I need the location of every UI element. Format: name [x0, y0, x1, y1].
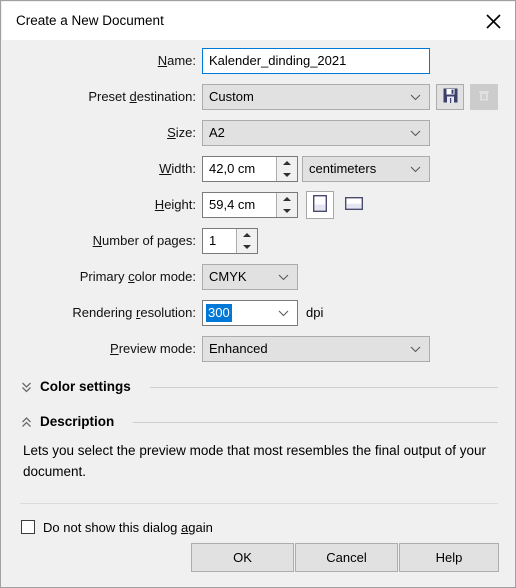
- chevron-down-icon: [278, 265, 289, 289]
- save-icon: [443, 88, 458, 106]
- number-of-pages-spin-buttons[interactable]: [236, 229, 257, 253]
- landscape-page-icon: [344, 196, 364, 214]
- height-label: Height:: [154, 197, 196, 212]
- width-value: 42,0 cm: [209, 161, 256, 176]
- spin-up-icon[interactable]: [237, 229, 257, 241]
- primary-color-mode-combobox[interactable]: CMYK: [202, 264, 298, 290]
- name-input[interactable]: Kalender_dinding_2021: [202, 48, 430, 74]
- number-of-pages-label: Number of pages:: [92, 233, 196, 248]
- save-preset-button[interactable]: [436, 84, 464, 110]
- dialog-body: Name: Kalender_dinding_2021 Preset desti…: [2, 40, 515, 587]
- dialog-title: Create a New Document: [16, 13, 164, 28]
- spin-up-icon[interactable]: [277, 157, 297, 169]
- spin-down-icon[interactable]: [277, 169, 297, 181]
- height-stepper[interactable]: 59,4 cm: [202, 192, 298, 218]
- do-not-show-again-checkbox[interactable]: [21, 520, 35, 534]
- delete-preset-button: [470, 84, 498, 110]
- rendering-resolution-unit: dpi: [306, 305, 324, 320]
- chevron-down-icon: [410, 157, 421, 181]
- field-row-preset-destination: Preset destination: Custom: [2, 84, 515, 110]
- name-input-value: Kalender_dinding_2021: [209, 53, 347, 68]
- description-text: Lets you select the preview mode that mo…: [23, 443, 486, 479]
- field-row-height: Height: 59,4 cm: [2, 191, 515, 219]
- primary-color-mode-label: Primary color mode:: [79, 269, 196, 284]
- chevron-double-down-icon[interactable]: [19, 379, 33, 395]
- chevron-down-icon: [410, 85, 421, 109]
- field-row-preview-mode: Preview mode: Enhanced: [2, 336, 515, 362]
- ok-button[interactable]: OK: [191, 543, 294, 572]
- height-spin-buttons[interactable]: [276, 193, 297, 217]
- chevron-down-icon: [410, 121, 421, 145]
- orientation-portrait-button[interactable]: [306, 191, 334, 219]
- trash-icon: [477, 89, 491, 106]
- cancel-button[interactable]: Cancel: [295, 543, 398, 572]
- field-row-name: Name: Kalender_dinding_2021: [2, 48, 515, 74]
- section-divider: [150, 387, 498, 388]
- dialog-titlebar: Create a New Document: [2, 2, 515, 40]
- spin-down-icon[interactable]: [277, 205, 297, 217]
- chevron-down-icon: [278, 301, 289, 325]
- preset-destination-value: Custom: [209, 89, 254, 104]
- width-unit-value: centimeters: [309, 161, 377, 176]
- number-of-pages-value: 1: [209, 233, 217, 248]
- section-color-settings[interactable]: Color settings: [2, 376, 515, 398]
- width-stepper[interactable]: 42,0 cm: [202, 156, 298, 182]
- do-not-show-again-checkbox-row[interactable]: Do not show this dialog again: [21, 518, 213, 536]
- field-row-size: Size: A2: [2, 120, 515, 146]
- field-row-width: Width: 42,0 cm centimeters: [2, 156, 515, 182]
- preset-destination-label: Preset destination:: [88, 89, 196, 104]
- name-label: Name:: [157, 53, 196, 68]
- field-row-rendering-resolution: Rendering resolution: 300 dpi: [2, 300, 515, 326]
- preview-mode-combobox[interactable]: Enhanced: [202, 336, 430, 362]
- color-settings-title: Color settings: [40, 379, 131, 394]
- description-title: Description: [40, 414, 115, 429]
- preview-mode-value: Enhanced: [209, 341, 268, 356]
- preview-mode-label: Preview mode:: [110, 341, 196, 356]
- do-not-show-again-label: Do not show this dialog again: [43, 519, 213, 535]
- rendering-resolution-combobox[interactable]: 300: [202, 300, 298, 326]
- width-unit-combobox[interactable]: centimeters: [302, 156, 430, 182]
- rendering-resolution-value: 300: [206, 304, 232, 322]
- portrait-page-icon: [312, 194, 328, 215]
- primary-color-mode-value: CMYK: [209, 269, 247, 284]
- section-divider: [133, 422, 498, 423]
- spin-down-icon[interactable]: [237, 241, 257, 253]
- section-description[interactable]: Description: [2, 411, 515, 433]
- width-label: Width:: [159, 161, 196, 176]
- help-button[interactable]: Help: [399, 543, 499, 572]
- chevron-down-icon: [410, 337, 421, 361]
- rendering-resolution-label: Rendering resolution:: [72, 305, 196, 320]
- size-combobox[interactable]: A2: [202, 120, 430, 146]
- close-icon[interactable]: [470, 2, 515, 40]
- spin-up-icon[interactable]: [277, 193, 297, 205]
- size-value: A2: [209, 125, 225, 140]
- height-value: 59,4 cm: [209, 197, 256, 212]
- field-row-primary-color-mode: Primary color mode: CMYK: [2, 264, 515, 290]
- create-new-document-dialog: Create a New Document Name: Kalender_din…: [0, 0, 516, 588]
- width-spin-buttons[interactable]: [276, 157, 297, 181]
- orientation-landscape-button[interactable]: [340, 191, 368, 219]
- footer-divider: [20, 503, 498, 504]
- size-label: Size:: [167, 125, 196, 140]
- number-of-pages-stepper[interactable]: 1: [202, 228, 258, 254]
- chevron-double-up-icon[interactable]: [19, 414, 33, 430]
- preset-destination-combobox[interactable]: Custom: [202, 84, 430, 110]
- field-row-number-of-pages: Number of pages: 1: [2, 228, 515, 254]
